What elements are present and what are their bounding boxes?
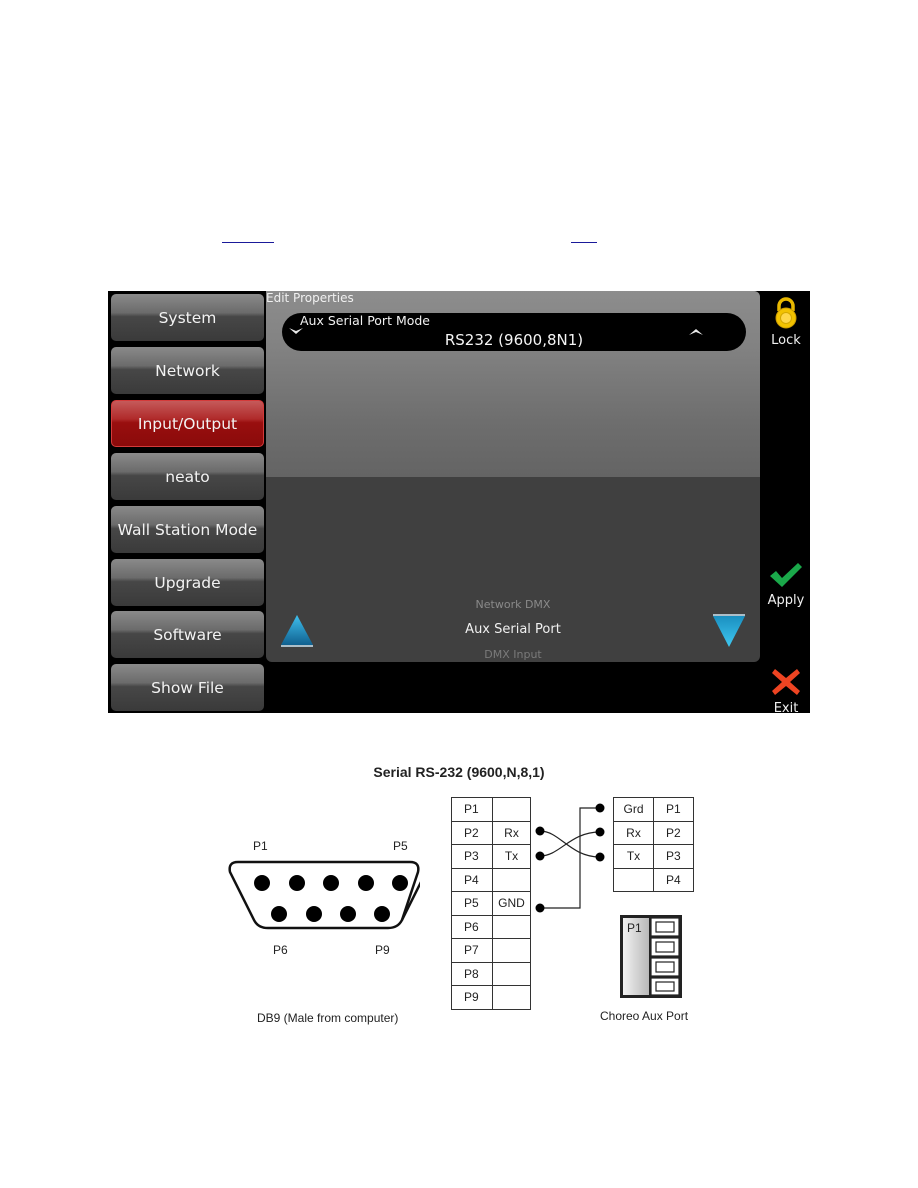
aux-pin-table: Grd P1 Rx P2 Tx P3 P4 (613, 797, 694, 892)
aux-serial-port-mode-dropdown[interactable]: Aux Serial Port Mode RS232 (9600,8N1) (282, 313, 746, 351)
pin-row: P4 (451, 867, 531, 892)
panel-title: Edit Properties (266, 291, 354, 305)
pin-cell: P8 (451, 961, 493, 986)
aux-port-p1-label: P1 (627, 921, 642, 935)
link-1[interactable] (222, 242, 274, 243)
pin-row: P9 (451, 985, 531, 1010)
dropdown-label: Aux Serial Port Mode (300, 313, 430, 328)
wire-node (535, 851, 545, 861)
sidebar-item-wall-station-mode[interactable]: Wall Station Mode (111, 506, 264, 553)
exit-label: Exit (773, 701, 799, 716)
db9-label-p1: P1 (253, 839, 268, 853)
pin-row: Tx P3 (613, 844, 694, 869)
pin-cell: P4 (451, 867, 493, 892)
db9-label-p5: P5 (393, 839, 408, 853)
pin-row: P4 (613, 867, 694, 892)
lock-label: Lock (771, 333, 801, 348)
pin-cell: P2 (451, 820, 493, 845)
sidebar-item-input-output[interactable]: Input/Output (111, 400, 264, 447)
sidebar-item-label: Upgrade (154, 573, 221, 592)
pin-row: Grd P1 (613, 797, 694, 822)
apply-label: Apply (767, 593, 805, 608)
sidebar-item-neato[interactable]: neato (111, 453, 264, 500)
pin-cell: P3 (653, 844, 694, 869)
signal-cell (492, 938, 531, 963)
sidebar-item-network[interactable]: Network (111, 347, 264, 394)
db9-label-p6: P6 (273, 943, 288, 957)
wire-node (535, 826, 545, 836)
scroll-down-arrow-icon[interactable] (712, 614, 746, 648)
lock-icon (775, 297, 797, 329)
sidebar-item-label: System (158, 308, 217, 327)
pin-row: Rx P2 (613, 820, 694, 845)
signal-cell (613, 867, 654, 892)
wire-node (595, 852, 605, 862)
link-2[interactable] (571, 242, 597, 243)
wire-node (595, 827, 605, 837)
list-item-previous[interactable]: Network DMX (266, 598, 760, 611)
db9-connector-diagram: P1 P5 P6 P9 DB9 (Male from computer) (228, 839, 420, 1025)
signal-cell: Rx (613, 820, 654, 845)
pin-row: P3 Tx (451, 844, 531, 869)
signal-cell (492, 985, 531, 1010)
pin-row: P5 GND (451, 891, 531, 916)
pin-row: P6 (451, 914, 531, 939)
pin-cell: P4 (653, 867, 694, 892)
edit-properties-panel: Edit Properties Aux Serial Port Mode RS2… (266, 291, 760, 662)
signal-cell (492, 914, 531, 939)
sidebar-item-label: Show File (151, 678, 224, 697)
wiring-lines (535, 803, 605, 913)
pin-cell: P9 (451, 985, 493, 1010)
chevron-up-icon[interactable] (688, 327, 704, 336)
pin-cell: P1 (653, 797, 694, 822)
pin-cell: P3 (451, 844, 493, 869)
signal-cell (492, 961, 531, 986)
pin-cell: P7 (451, 938, 493, 963)
pin-row: P1 (451, 797, 531, 822)
pin-cell: P6 (451, 914, 493, 939)
chevron-down-icon[interactable] (288, 327, 304, 336)
wire-node (535, 903, 545, 913)
touchscreen-ui: System Network Input/Output neato Wall S… (108, 291, 810, 716)
list-item-selected[interactable]: Aux Serial Port (266, 622, 760, 637)
sidebar-item-label: Network (155, 361, 220, 380)
db9-label-p9: P9 (375, 943, 390, 957)
sidebar-item-upgrade[interactable]: Upgrade (111, 559, 264, 606)
sidebar-item-label: Wall Station Mode (117, 520, 258, 539)
signal-cell: Grd (613, 797, 654, 822)
list-item-next[interactable]: DMX Input (266, 648, 760, 661)
lock-button[interactable]: Lock (762, 297, 810, 348)
db9-pin-table: P1 P2 Rx P3 Tx P4 P5 GND P6 P7 P8 P9 (451, 797, 531, 1010)
sidebar-item-show-file[interactable]: Show File (111, 664, 264, 711)
sidebar-item-label: neato (165, 467, 210, 486)
diagram-title: Serial RS-232 (9600,N,8,1) (373, 764, 545, 780)
sidebar-item-label: Software (153, 625, 222, 644)
signal-cell (492, 797, 531, 822)
signal-cell: GND (492, 891, 531, 916)
pin-cell: P5 (451, 891, 493, 916)
choreo-aux-port-diagram: P1 Choreo Aux Port (600, 915, 689, 1023)
signal-cell (492, 867, 531, 892)
sidebar-item-software[interactable]: Software (111, 611, 264, 658)
pin-row: P7 (451, 938, 531, 963)
wire-node (595, 803, 605, 813)
pin-row: P8 (451, 961, 531, 986)
signal-cell: Tx (613, 844, 654, 869)
dropdown-value: RS232 (9600,8N1) (444, 331, 584, 349)
sidebar-item-label: Input/Output (137, 414, 238, 433)
aux-port-caption: Choreo Aux Port (600, 1009, 689, 1023)
exit-button[interactable]: Exit (762, 667, 810, 716)
apply-button[interactable]: Apply (762, 561, 810, 608)
checkmark-icon (770, 563, 802, 587)
db9-caption: DB9 (Male from computer) (257, 1011, 398, 1025)
close-x-icon (772, 669, 800, 695)
sidebar-item-system[interactable]: System (111, 294, 264, 341)
signal-cell: Tx (492, 844, 531, 869)
signal-cell: Rx (492, 820, 531, 845)
pin-cell: P2 (653, 820, 694, 845)
db9-pins (254, 875, 408, 922)
pin-row: P2 Rx (451, 820, 531, 845)
pin-cell: P1 (451, 797, 493, 822)
